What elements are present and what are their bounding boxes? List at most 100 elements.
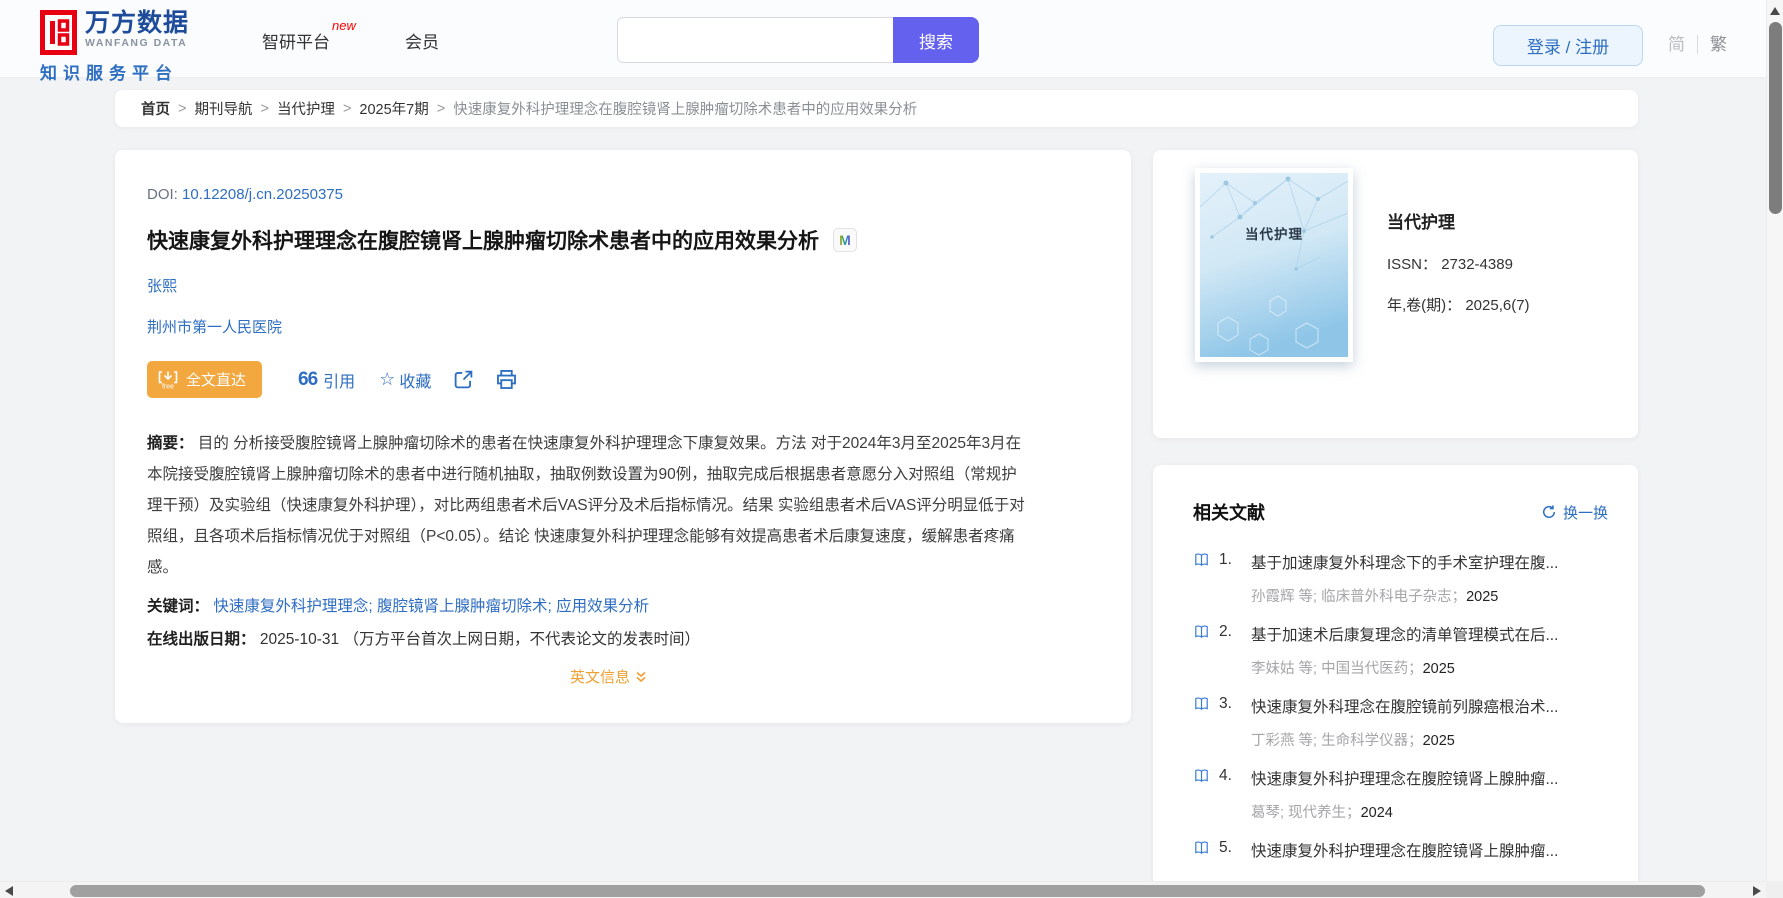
nav-item-member[interactable]: 会员	[405, 28, 439, 53]
scroll-right-arrow-icon[interactable]	[1753, 886, 1761, 896]
related-item-title[interactable]: 快速康复外科护理理念在腹腔镜肾上腺肿瘤...	[1251, 839, 1608, 861]
online-date-label: 在线出版日期：	[147, 631, 256, 648]
wanfang-article-page: 万方数据 WANFANG DATA 知识服务平台 智研平台 new 会员 搜索 …	[0, 0, 1783, 898]
language-switch: 简繁	[1668, 30, 1727, 55]
breadcrumb-home[interactable]: 首页	[141, 98, 170, 119]
related-item-meta: 丁彩燕 等; 生命科学仪器；2025	[1251, 729, 1608, 750]
book-icon	[1193, 840, 1213, 873]
print-button[interactable]	[496, 369, 517, 390]
search-input[interactable]	[617, 17, 893, 63]
article-detail-card: DOI: 10.12208/j.cn.20250375 快速康复外科护理理念在腹…	[115, 150, 1131, 723]
share-button[interactable]	[453, 369, 474, 390]
print-icon	[496, 369, 517, 390]
journal-cover[interactable]: 当代护理	[1195, 168, 1353, 362]
favorite-button[interactable]: ☆ 收藏	[379, 368, 431, 392]
journal-volume: 年,卷(期)： 2025,6(7)	[1387, 294, 1530, 315]
related-item-title[interactable]: 基于加速康复外科理念下的手术室护理在腹...	[1251, 551, 1608, 573]
svg-text:free: free	[162, 383, 174, 390]
list-item: 5. 快速康复外科护理理念在腹腔镜肾上腺肿瘤...	[1193, 839, 1608, 873]
login-register-button[interactable]: 登录 / 注册	[1493, 25, 1643, 66]
related-item-title[interactable]: 快速康复外科理念在腹腔镜前列腺癌根治术...	[1251, 695, 1608, 717]
related-title: 相关文献	[1193, 499, 1265, 525]
scroll-up-arrow-icon[interactable]	[1770, 7, 1780, 15]
affiliation-link[interactable]: 荆州市第一人民医院	[147, 316, 282, 337]
vertical-scrollbar[interactable]	[1766, 0, 1783, 898]
article-actions: free 全文直达 66 引用 ☆ 收藏	[147, 361, 1071, 398]
brand-tagline: 知识服务平台	[40, 59, 190, 84]
cite-button[interactable]: 66 引用	[298, 368, 355, 392]
site-header: 万方数据 WANFANG DATA 知识服务平台 智研平台 new 会员 搜索 …	[0, 0, 1783, 78]
doi-label: DOI:	[147, 186, 178, 203]
keyword-link[interactable]: 腹腔镜肾上腺肿瘤切除术	[377, 598, 548, 615]
online-date-note: （万方平台首次上网日期，不代表论文的发表时间）	[343, 631, 700, 648]
related-item-number: 5.	[1219, 839, 1251, 873]
breadcrumb-journal[interactable]: 当代护理	[277, 98, 335, 119]
related-item-title[interactable]: 快速康复外科护理理念在腹腔镜肾上腺肿瘤...	[1251, 767, 1608, 789]
related-item-meta: 李妹姑 等; 中国当代医药；2025	[1251, 657, 1608, 678]
search-bar: 搜索	[617, 17, 979, 63]
refresh-icon	[1541, 504, 1557, 520]
horizontal-scrollbar-thumb[interactable]	[70, 885, 1705, 897]
horizontal-scrollbar[interactable]	[0, 881, 1766, 898]
cite-quote-icon: 66	[298, 369, 317, 391]
journal-cover-image: 当代护理	[1200, 173, 1348, 357]
list-item: 2. 基于加速术后康复理念的清单管理模式在后... 李妹姑 等; 中国当代医药；…	[1193, 623, 1608, 678]
wanfang-logo-icon	[40, 10, 77, 55]
related-item-number: 1.	[1219, 551, 1251, 606]
brand-name-cn: 万方数据	[85, 10, 189, 37]
abstract-label: 摘要：	[147, 435, 194, 452]
list-item: 4. 快速康复外科护理理念在腹腔镜肾上腺肿瘤... 葛琴; 现代养生；2024	[1193, 767, 1608, 822]
svg-text:当代护理: 当代护理	[1245, 226, 1303, 242]
breadcrumb-journal-nav[interactable]: 期刊导航	[194, 98, 252, 119]
new-badge: new	[332, 18, 356, 33]
list-item: 1. 基于加速康复外科理念下的手术室护理在腹... 孙霞辉 等; 临床普外科电子…	[1193, 551, 1608, 606]
brand-name-en: WANFANG DATA	[85, 37, 189, 49]
book-icon	[1193, 768, 1213, 822]
breadcrumb-current: 快速康复外科护理理念在腹腔镜肾上腺肿瘤切除术患者中的应用效果分析	[453, 98, 917, 119]
related-list: 1. 基于加速康复外科理念下的手术室护理在腹... 孙霞辉 等; 临床普外科电子…	[1193, 551, 1608, 873]
journal-issn: ISSN： 2732-4389	[1387, 253, 1530, 274]
breadcrumb-issue[interactable]: 2025年7期	[359, 98, 428, 119]
fulltext-button[interactable]: free 全文直达	[147, 361, 262, 398]
article-title: 快速康复外科护理理念在腹腔镜肾上腺肿瘤切除术患者中的应用效果分析	[147, 225, 819, 255]
keyword-link[interactable]: 快速康复外科护理理念	[213, 598, 368, 615]
online-date-value: 2025-10-31	[260, 631, 339, 648]
related-item-title[interactable]: 基于加速术后康复理念的清单管理模式在后...	[1251, 623, 1608, 645]
nav-item-zhiyan[interactable]: 智研平台 new	[262, 28, 330, 53]
lang-simplified[interactable]: 简	[1668, 35, 1698, 54]
english-info-toggle[interactable]: 英文信息	[147, 666, 1071, 687]
related-item-number: 4.	[1219, 767, 1251, 822]
journal-name[interactable]: 当代护理	[1387, 208, 1530, 233]
search-button[interactable]: 搜索	[893, 17, 979, 63]
keyword-link[interactable]: 应用效果分析	[556, 598, 649, 615]
scrollbar-corner	[1766, 881, 1783, 898]
related-item-meta: 葛琴; 现代养生；2024	[1251, 801, 1608, 822]
share-icon	[453, 369, 474, 390]
refresh-related-button[interactable]: 换一换	[1541, 502, 1608, 523]
list-item: 3. 快速康复外科理念在腹腔镜前列腺癌根治术... 丁彩燕 等; 生命科学仪器；…	[1193, 695, 1608, 750]
related-item-number: 3.	[1219, 695, 1251, 750]
book-icon	[1193, 624, 1213, 678]
related-item-meta: 孙霞辉 等; 临床普外科电子杂志；2025	[1251, 585, 1608, 606]
lang-traditional[interactable]: 繁	[1698, 35, 1727, 54]
book-icon	[1193, 552, 1213, 606]
wanfang-logo[interactable]: 万方数据 WANFANG DATA 知识服务平台	[40, 10, 190, 84]
doi-line: DOI: 10.12208/j.cn.20250375	[147, 186, 1071, 203]
keywords-line: 关键词： 快速康复外科护理理念; 腹腔镜肾上腺肿瘤切除术; 应用效果分析	[147, 594, 1071, 616]
doi-link[interactable]: 10.12208/j.cn.20250375	[182, 186, 343, 203]
journal-info-card: 当代护理 当代护理 ISSN： 2732-4389 年,卷(期)： 2025,6…	[1153, 150, 1638, 438]
keywords-label: 关键词：	[147, 598, 209, 615]
vertical-scrollbar-thumb[interactable]	[1769, 22, 1782, 214]
online-date-line: 在线出版日期： 2025-10-31 （万方平台首次上网日期，不代表论文的发表时…	[147, 627, 1071, 649]
related-item-number: 2.	[1219, 623, 1251, 678]
star-icon: ☆	[379, 369, 395, 390]
author-link[interactable]: 张熙	[147, 275, 177, 296]
related-literature-card: 相关文献 换一换 1. 基于加速康复外科理念下的手术室护理在腹... 孙霞辉	[1153, 465, 1638, 898]
scroll-left-arrow-icon[interactable]	[5, 886, 13, 896]
breadcrumb: 首页 > 期刊导航 > 当代护理 > 2025年7期 > 快速康复外科护理理念在…	[115, 90, 1638, 127]
abstract-text: 摘要： 目的 分析接受腹腔镜肾上腺肿瘤切除术的患者在快速康复外科护理理念下康复效…	[147, 428, 1032, 583]
free-download-icon: free	[157, 369, 179, 391]
chevron-double-down-icon	[634, 670, 648, 684]
book-icon	[1193, 696, 1213, 750]
metric-badge-icon[interactable]: M	[833, 228, 857, 252]
